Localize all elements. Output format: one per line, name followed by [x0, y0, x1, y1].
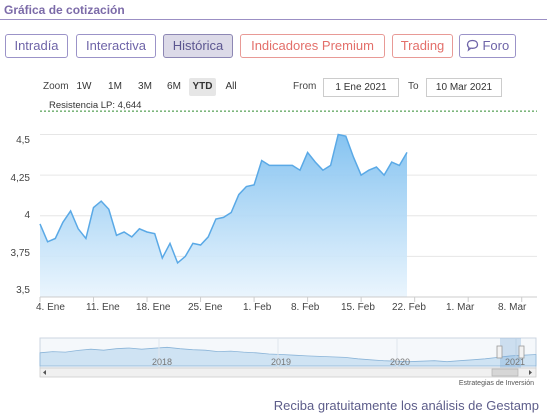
tab-trading[interactable]: Trading — [392, 34, 453, 58]
zoom-label: Zoom — [43, 81, 69, 92]
tab-interactiva[interactable]: Interactiva — [76, 34, 156, 58]
y-tick-label: 3,5 — [16, 285, 30, 296]
zoom-ytd-button[interactable]: YTD — [189, 78, 216, 96]
zoom-all-button[interactable]: All — [220, 78, 242, 96]
x-tick-label: 18. Ene — [136, 302, 171, 313]
tab-indicadores-premium[interactable]: Indicadores Premium — [240, 34, 385, 58]
chat-bubble-icon — [466, 39, 478, 52]
zoom-1m-button[interactable]: 1M — [104, 78, 126, 96]
price-area — [40, 134, 407, 297]
to-date-input[interactable]: 10 Mar 2021 — [426, 78, 502, 97]
navigator-year-label: 2019 — [271, 357, 291, 367]
resistance-label: Resistencia LP: 4,644 — [49, 100, 141, 111]
tab-intradia[interactable]: Intradía — [5, 34, 68, 58]
navigator-year-label: 2021 — [505, 357, 525, 367]
chart-credit[interactable]: Estrategias de Inversión — [459, 380, 534, 387]
x-tick-label: 8. Mar — [498, 302, 527, 313]
zoom-6m-button[interactable]: 6M — [163, 78, 185, 96]
from-date-input[interactable]: 1 Ene 2021 — [323, 78, 399, 97]
navigator-year-label: 2018 — [152, 357, 172, 367]
x-tick-label: 15. Feb — [341, 302, 375, 313]
scrollbar-track[interactable] — [39, 367, 537, 378]
y-tick-label: 4 — [24, 210, 30, 221]
to-label: To — [408, 81, 419, 92]
footer-promo-text[interactable]: Reciba gratuitamente los análisis de Ges… — [274, 398, 539, 413]
zoom-1w-button[interactable]: 1W — [73, 78, 95, 96]
header-divider — [0, 19, 547, 20]
x-tick-label: 11. Ene — [86, 302, 120, 313]
from-label: From — [293, 81, 317, 92]
x-tick-label: 8. Feb — [291, 302, 320, 313]
price-line — [39, 133, 408, 265]
y-tick-label: 3,75 — [10, 248, 30, 259]
tab-historica[interactable]: Histórica — [163, 34, 233, 58]
navigator-left-handle[interactable] — [496, 345, 503, 359]
x-tick-label: 1. Feb — [243, 302, 272, 313]
x-tick-label: 25. Ene — [188, 302, 223, 313]
navigator-year-label: 2020 — [390, 357, 410, 367]
y-tick-label: 4,25 — [10, 173, 30, 184]
x-tick-label: 1. Mar — [446, 302, 475, 313]
navigator[interactable]: 2018 2019 2020 2021 — [0, 332, 547, 382]
scrollbar-thumb[interactable] — [491, 368, 519, 377]
zoom-3m-button[interactable]: 3M — [134, 78, 156, 96]
tab-foro[interactable]: Foro — [459, 34, 516, 58]
tab-foro-label: Foro — [482, 38, 510, 53]
x-tick-label: 4. Ene — [36, 302, 65, 313]
x-tick-label: 22. Feb — [392, 302, 426, 313]
section-title: Gráfica de cotización — [4, 3, 125, 17]
y-tick-label: 4,5 — [16, 135, 30, 146]
chart-section-header: Gráfica de cotización — [0, 0, 547, 20]
